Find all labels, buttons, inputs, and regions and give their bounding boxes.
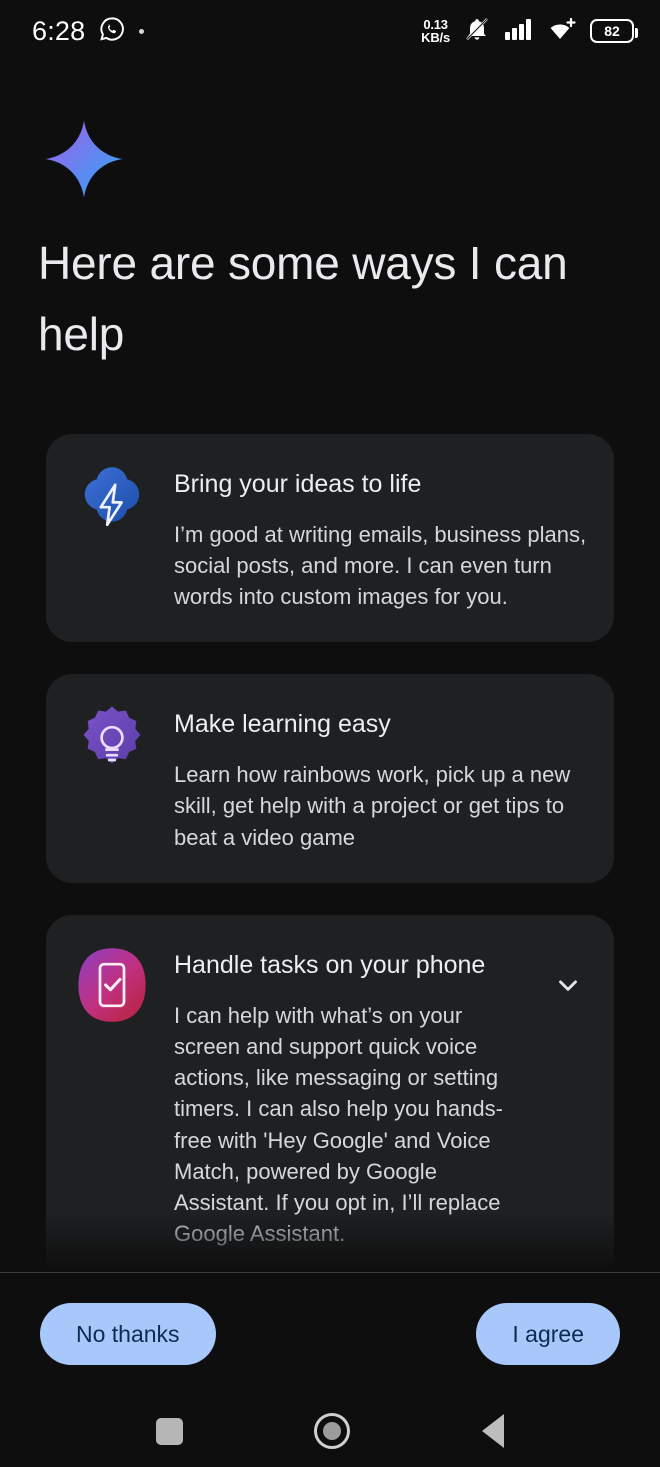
phone-checkmark-icon: [72, 945, 152, 1025]
card-content: Handle tasks on your phone I can help wi…: [174, 943, 588, 1250]
status-bar: 6:28 0.13 KB/s 82: [0, 0, 660, 62]
card-title: Make learning easy: [174, 710, 391, 739]
whatsapp-icon: [99, 16, 125, 47]
back-triangle-icon[interactable]: [482, 1414, 505, 1448]
page-title: Here are some ways I can help: [38, 237, 568, 361]
card-content: Bring your ideas to life I’m good at wri…: [174, 462, 588, 612]
card-title: Bring your ideas to life: [174, 470, 422, 498]
status-bar-left: 6:28: [32, 15, 145, 47]
android-navigation-bar: [0, 1395, 660, 1467]
notification-dot-icon: [139, 28, 145, 34]
battery-percentage: 82: [604, 23, 620, 39]
card-description: Learn how rainbows work, pick up a new s…: [174, 762, 571, 850]
recents-square-icon[interactable]: [155, 1417, 183, 1445]
battery-indicator: 82: [590, 19, 638, 43]
gemini-onboarding-screen: 6:28 0.13 KB/s 82 Here are some ways I c…: [0, 0, 660, 1467]
chevron-down-icon[interactable]: [546, 963, 590, 1007]
card-description: I’m good at writing emails, business pla…: [174, 521, 587, 610]
network-speed-indicator: 0.13 KB/s: [421, 16, 450, 45]
status-bar-right: 0.13 KB/s 82: [421, 15, 638, 48]
action-bar: No thanks I agree: [0, 1273, 660, 1395]
network-speed-value: 0.13: [423, 16, 448, 32]
cellular-signal-icon: [504, 17, 534, 46]
gemini-sparkle-icon: [44, 118, 124, 200]
home-circle-icon[interactable]: [314, 1413, 351, 1449]
lightning-bolt-blob-icon: [72, 464, 152, 544]
no-thanks-button[interactable]: No thanks: [40, 1303, 216, 1365]
card-make-learning-easy[interactable]: Make learning easy Learn how rainbows wo…: [46, 674, 614, 883]
network-speed-unit: KB/s: [421, 30, 450, 45]
cards-scroll-area[interactable]: Bring your ideas to life I’m good at wri…: [0, 400, 660, 1272]
status-bar-clock: 6:28: [32, 15, 86, 46]
bell-muted-icon: [463, 15, 491, 48]
card-handle-tasks-on-phone[interactable]: Handle tasks on your phone I can help wi…: [46, 914, 614, 1272]
lightbulb-flower-icon: [72, 704, 152, 784]
wifi-plus-icon: [547, 17, 577, 46]
card-bring-ideas-to-life[interactable]: Bring your ideas to life I’m good at wri…: [46, 434, 614, 643]
card-title: Handle tasks on your phone: [174, 950, 486, 979]
i-agree-button[interactable]: I agree: [476, 1303, 620, 1365]
card-description: I can help with what’s on your screen an…: [174, 1002, 503, 1247]
card-content: Make learning easy Learn how rainbows wo…: [174, 702, 588, 852]
